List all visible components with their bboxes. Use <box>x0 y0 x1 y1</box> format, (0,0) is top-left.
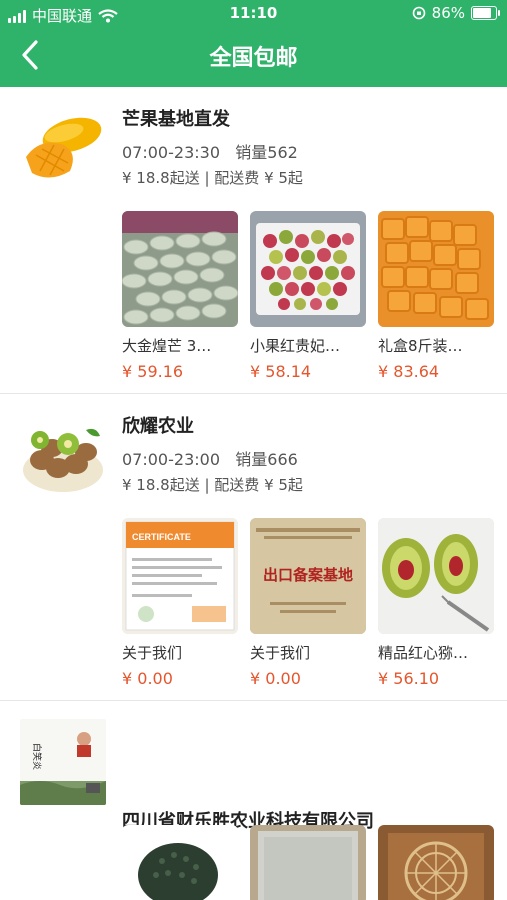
sales-text: 销量666 <box>235 450 298 469</box>
status-bar: 中国联通 11:10 86% <box>0 0 507 28</box>
product-name: 精品红心猕… <box>378 644 469 662</box>
product-image: CERTIFICATE <box>122 518 238 634</box>
top-bar: 中国联通 11:10 86% 全国包邮 <box>0 0 507 87</box>
product-price: ¥ 0.00 <box>122 669 173 688</box>
shop-hours: 07:00-23:00 销量666 <box>122 446 298 470</box>
product-image: 出口备案基地 <box>250 518 366 634</box>
shop-logo <box>20 410 106 496</box>
product-name: 关于我们 <box>250 644 311 662</box>
page-title: 全国包邮 <box>209 46 298 71</box>
product-image[interactable] <box>122 825 238 900</box>
product-price: ¥ 0.00 <box>250 669 301 688</box>
product-image[interactable] <box>378 825 494 900</box>
product-image <box>122 211 238 327</box>
shop-fee: ¥ 18.8起送 | 配送费 ¥ 5起 <box>122 476 303 494</box>
product-card[interactable]: 精品红心猕… ¥ 56.10 <box>378 518 494 688</box>
shop-hours: 07:00-23:30 销量562 <box>122 139 298 163</box>
product-card[interactable]: 出口备案基地 关于我们 ¥ 0.00 <box>250 518 366 688</box>
export-base-sign: 出口备案基地 <box>263 566 353 584</box>
sales-text: 销量562 <box>235 143 298 162</box>
product-price: ¥ 56.10 <box>378 669 440 688</box>
product-image <box>250 211 366 327</box>
product-image <box>378 518 494 634</box>
battery-percent: 86% <box>431 4 465 22</box>
product-card[interactable]: 礼盒8斤装… ¥ 83.64 <box>378 211 494 381</box>
product-price: ¥ 59.16 <box>122 362 184 381</box>
hours-text: 07:00-23:30 <box>122 143 220 162</box>
product-name: 礼盒8斤装… <box>378 337 463 355</box>
shop-card[interactable]: 白笑炎 四川省财乐胜农业科技有限公司 <box>0 701 507 900</box>
product-price: ¥ 83.64 <box>378 362 440 381</box>
product-name: 小果红贵妃… <box>250 337 341 355</box>
product-name: 大金煌芒 3… <box>122 337 212 355</box>
hours-text: 07:00-23:00 <box>122 450 220 469</box>
product-image[interactable] <box>250 825 366 900</box>
shop-logo: 白笑炎 <box>20 719 106 805</box>
certificate-heading: CERTIFICATE <box>132 532 191 542</box>
shop-fee: ¥ 18.8起送 | 配送费 ¥ 5起 <box>122 169 303 187</box>
shop-name: 欣耀农业 <box>122 416 194 437</box>
rotation-lock-icon <box>412 6 425 20</box>
battery-icon <box>471 6 500 20</box>
logo-calligraphy: 白笑炎 <box>31 743 43 770</box>
shop-card[interactable]: 欣耀农业 07:00-23:00 销量666 ¥ 18.8起送 | 配送费 ¥ … <box>0 394 507 700</box>
shop-logo <box>20 105 106 191</box>
shop-card[interactable]: 芒果基地直发 07:00-23:30 销量562 ¥ 18.8起送 | 配送费 … <box>0 87 507 393</box>
product-name: 关于我们 <box>122 644 183 662</box>
product-card[interactable]: 大金煌芒 3… ¥ 59.16 <box>122 211 238 381</box>
product-price: ¥ 58.14 <box>250 362 312 381</box>
product-card[interactable]: CERTIFICATE 关于我们 ¥ 0.00 <box>122 518 238 688</box>
product-image <box>378 211 494 327</box>
product-card[interactable]: 小果红贵妃… ¥ 58.14 <box>250 211 366 381</box>
shop-name: 芒果基地直发 <box>122 109 230 130</box>
